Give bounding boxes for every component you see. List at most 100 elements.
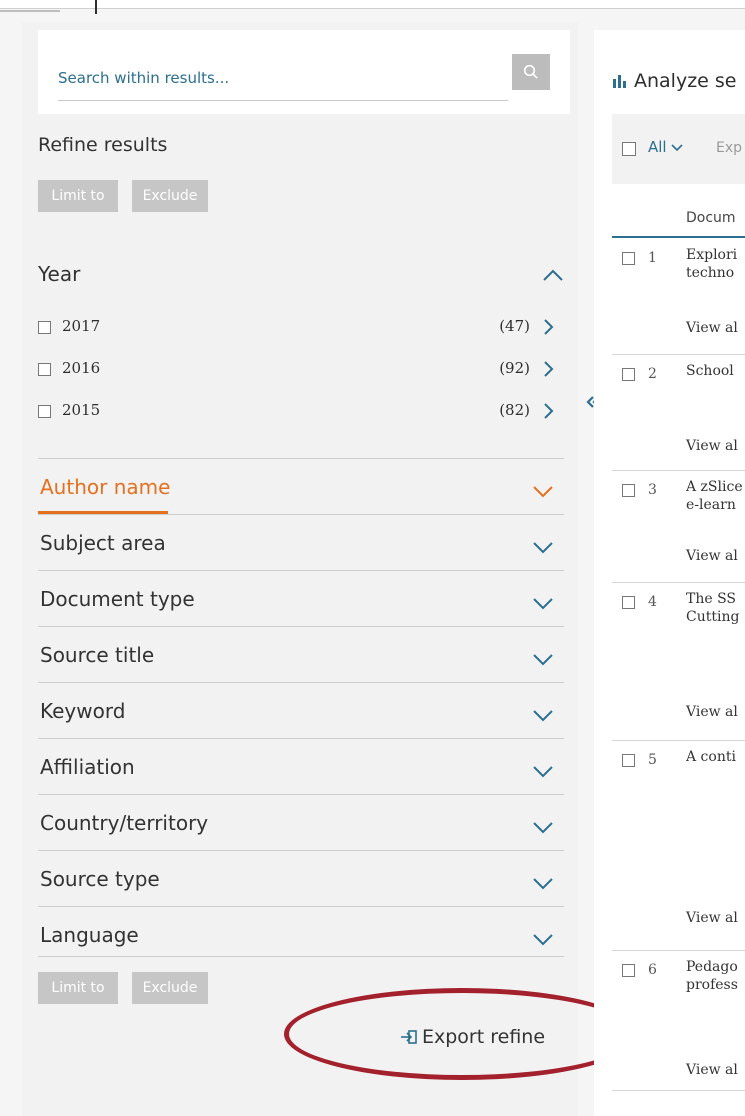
facet-affiliation[interactable]: Affiliation	[38, 738, 564, 795]
select-all-dropdown[interactable]: All	[648, 138, 683, 156]
facet-source-title[interactable]: Source title	[38, 626, 564, 683]
view-abstract-link[interactable]: View al	[686, 320, 738, 336]
view-abstract-link[interactable]: View al	[686, 438, 738, 454]
result-checkbox[interactable]	[622, 964, 635, 977]
chevron-up-icon[interactable]	[542, 268, 564, 282]
facet-document-type[interactable]: Document type	[38, 570, 564, 627]
facet-author-name[interactable]: Author name	[38, 458, 564, 515]
document-column-header: Docum	[686, 210, 736, 226]
result-checkbox[interactable]	[622, 368, 635, 381]
result-title[interactable]: A zSlice e-learn	[686, 478, 745, 514]
chevron-down-icon[interactable]	[532, 485, 554, 499]
search-box	[38, 30, 570, 114]
chevron-right-icon[interactable]	[542, 360, 554, 378]
facet-label: Affiliation	[40, 755, 135, 779]
facet-label: Subject area	[40, 531, 166, 555]
result-row: 3 A zSlice e-learn View al	[612, 470, 745, 583]
year-item-2015[interactable]: 2015 (82)	[38, 400, 568, 426]
limit-to-button[interactable]: Limit to	[38, 180, 118, 212]
select-all-checkbox[interactable]	[622, 142, 636, 156]
year-facet-title: Year	[38, 262, 81, 286]
result-number: 4	[648, 594, 657, 610]
facet-keyword[interactable]: Keyword	[38, 682, 564, 739]
chevron-down-icon[interactable]	[532, 597, 554, 611]
view-abstract-link[interactable]: View al	[686, 910, 738, 926]
result-title[interactable]: Pedago profess	[686, 958, 745, 994]
result-title[interactable]: Explori techno	[686, 246, 745, 282]
result-checkbox[interactable]	[622, 484, 635, 497]
result-title[interactable]: School	[686, 362, 745, 380]
view-abstract-link[interactable]: View al	[686, 704, 738, 720]
checkbox[interactable]	[38, 321, 51, 334]
chevron-right-icon[interactable]	[542, 402, 554, 420]
chevron-down-icon[interactable]	[532, 765, 554, 779]
result-checkbox[interactable]	[622, 252, 635, 265]
chevron-right-icon[interactable]	[542, 318, 554, 336]
facet-language[interactable]: Language	[38, 906, 564, 963]
results-toolbar: All Exp	[612, 114, 745, 184]
exclude-button[interactable]: Exclude	[132, 180, 208, 212]
chevron-down-icon[interactable]	[532, 821, 554, 835]
results-panel: Analyze se All Exp Docum 1 Explori techn…	[594, 30, 745, 1116]
facet-country-territory[interactable]: Country/territory	[38, 794, 564, 851]
search-input[interactable]	[58, 56, 508, 101]
year-label: 2016	[62, 359, 101, 377]
export-refine-button[interactable]: Export refine	[400, 1026, 545, 1048]
chevron-down-icon[interactable]	[532, 541, 554, 555]
facet-subject-area[interactable]: Subject area	[38, 514, 564, 571]
chevron-down-icon[interactable]	[532, 933, 554, 947]
facet-label: Keyword	[40, 699, 126, 723]
facet-label: Author name	[40, 475, 171, 499]
all-label: All	[648, 138, 667, 156]
analyze-label: Analyze se	[634, 70, 737, 92]
divider	[0, 10, 60, 12]
exclude-button-bottom[interactable]: Exclude	[132, 972, 208, 1004]
facet-divider	[38, 956, 564, 957]
result-checkbox[interactable]	[622, 596, 635, 609]
result-number: 6	[648, 962, 657, 978]
result-checkbox[interactable]	[622, 754, 635, 767]
year-label: 2015	[62, 401, 101, 419]
facet-label: Source type	[40, 867, 160, 891]
analyze-search-link[interactable]: Analyze se	[612, 70, 737, 92]
result-number: 5	[648, 752, 657, 768]
result-row: 1 Explori techno View al	[612, 238, 745, 355]
year-count: (47)	[499, 317, 530, 335]
year-item-2017[interactable]: 2017 (47)	[38, 316, 568, 342]
limit-to-button-bottom[interactable]: Limit to	[38, 972, 118, 1004]
facet-source-type[interactable]: Source type	[38, 850, 564, 907]
chevron-down-icon[interactable]	[532, 653, 554, 667]
checkbox[interactable]	[38, 363, 51, 376]
result-number: 2	[648, 366, 657, 382]
view-abstract-link[interactable]: View al	[686, 1062, 738, 1078]
result-title[interactable]: The SS Cutting	[686, 590, 745, 626]
facet-label: Source title	[40, 643, 155, 667]
year-count: (92)	[499, 359, 530, 377]
year-label: 2017	[62, 317, 101, 335]
facet-label: Country/territory	[40, 811, 209, 835]
refine-results-heading: Refine results	[38, 134, 168, 156]
result-number: 1	[648, 250, 657, 266]
chevron-down-icon	[671, 144, 683, 152]
year-item-2016[interactable]: 2016 (92)	[38, 358, 568, 384]
checkbox[interactable]	[38, 405, 51, 418]
result-row: 4 The SS Cutting View al	[612, 582, 745, 741]
result-row: 5 A conti View al	[612, 740, 745, 951]
result-row: 2 School View al	[612, 354, 745, 471]
result-title[interactable]: A conti	[686, 748, 745, 766]
year-count: (82)	[499, 401, 530, 419]
search-icon	[523, 64, 538, 79]
top-bar	[0, 0, 745, 14]
facet-label: Document type	[40, 587, 195, 611]
export-link[interactable]: Exp	[716, 140, 742, 156]
view-abstract-link[interactable]: View al	[686, 548, 738, 564]
chevron-down-icon[interactable]	[532, 709, 554, 723]
chevron-down-icon[interactable]	[532, 877, 554, 891]
export-refine-label: Export refine	[422, 1026, 546, 1048]
bar-chart-icon	[613, 75, 626, 88]
result-number: 3	[648, 482, 657, 498]
search-button[interactable]	[512, 54, 550, 90]
export-icon	[401, 1030, 417, 1044]
refine-panel: Refine results Limit to Exclude Year 201…	[22, 22, 578, 1116]
cursor-mark	[95, 0, 97, 14]
